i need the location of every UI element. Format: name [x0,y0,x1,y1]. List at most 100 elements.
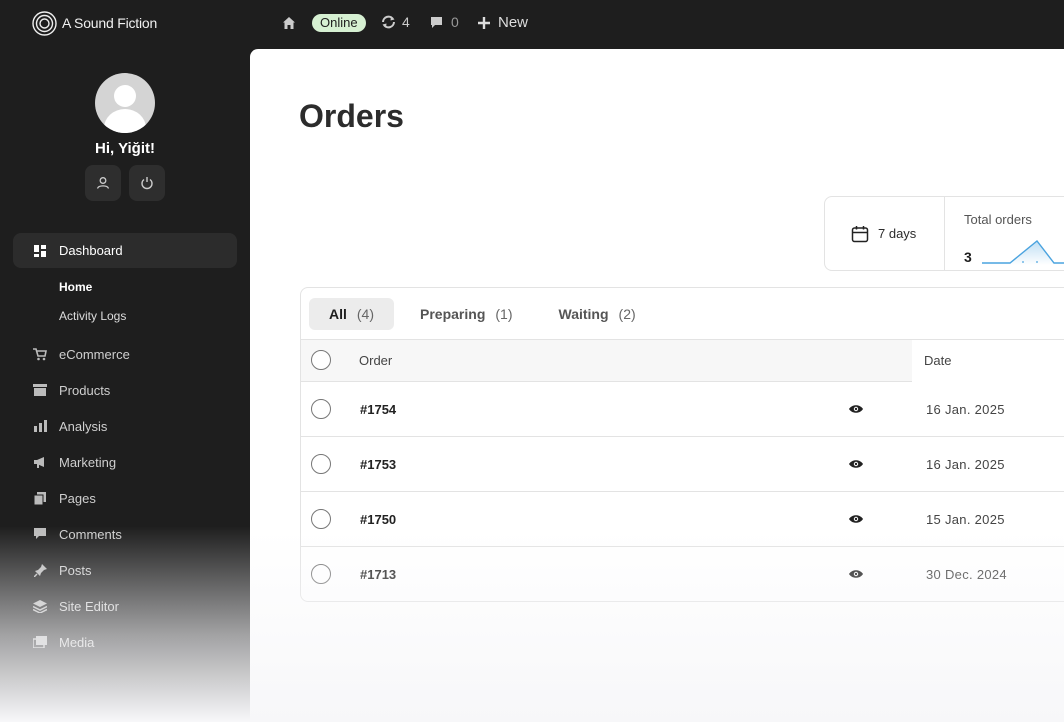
tab-all[interactable]: All (4) [309,297,395,330]
plus-icon [478,16,490,29]
sidebar-item-comments[interactable]: Comments [13,516,237,552]
sidebar: Hi, Yiğit! Dashboard Home Activity Logs [0,46,250,722]
total-orders-label: Total orders [964,212,1032,227]
row-checkbox[interactable] [311,509,331,529]
table-row[interactable]: #1750 15 Jan. 2025 [301,492,1064,547]
bar-chart-icon [33,419,47,433]
site-logo-icon[interactable] [32,11,57,36]
sidebar-item-label: eCommerce [59,346,130,362]
sidebar-item-ecommerce[interactable]: eCommerce [13,336,237,372]
profile-button[interactable] [85,165,121,201]
tab-preparing[interactable]: Preparing (1) [400,298,532,330]
page-title: Orders [299,98,404,134]
order-date: 16 Jan. 2025 [926,402,1005,417]
period-label: 7 days [878,226,917,241]
calendar-icon [851,225,869,242]
order-id[interactable]: #1753 [360,457,396,472]
power-icon [141,177,153,190]
sidebar-item-label: Site Editor [59,598,119,614]
user-greeting: Hi, Yiğit! [95,140,155,157]
sidebar-item-label: Dashboard [59,243,123,258]
dashboard-icon [33,244,47,258]
logout-button[interactable] [129,165,165,201]
sidebar-item-marketing[interactable]: Marketing [13,444,237,480]
sidebar-item-label: Analysis [59,418,108,434]
order-date: 15 Jan. 2025 [926,512,1005,527]
subnav-item-activity-logs[interactable]: Activity Logs [59,302,237,331]
sidebar-item-label: Products [59,382,111,398]
top-bar: A Sound Fiction Online 4 0 New [0,0,1064,46]
order-id[interactable]: #1754 [360,402,396,417]
updates-button[interactable]: 4 [381,14,410,30]
sidebar-item-products[interactable]: Products [13,372,237,408]
main-content: Orders 7 days Total orders 3 All (4) Pre… [250,49,1064,722]
status-tabs: All (4) Preparing (1) Waiting (2) [301,288,1064,339]
total-orders-value: 3 [964,249,972,265]
new-button[interactable]: New [478,14,528,31]
order-date: 16 Jan. 2025 [926,457,1005,472]
pin-icon [33,563,47,577]
home-icon[interactable] [281,15,297,31]
tab-label: Waiting [558,305,609,322]
site-name[interactable]: A Sound Fiction [62,15,157,31]
table-row[interactable]: #1754 16 Jan. 2025 [301,382,1064,437]
table-row[interactable]: #1753 16 Jan. 2025 [301,437,1064,492]
tab-count: (2) [618,305,636,322]
order-id[interactable]: #1750 [360,512,396,527]
cart-icon [33,347,47,361]
comments-count: 0 [451,14,459,30]
comments-button[interactable]: 0 [430,14,459,30]
order-date: 30 Dec. 2024 [926,567,1007,582]
table-header: Order Date [301,339,1064,382]
column-header-order[interactable]: Order [359,353,392,368]
tab-count: (1) [495,305,513,322]
sidebar-item-posts[interactable]: Posts [13,552,237,588]
online-status-badge[interactable]: Online [312,14,366,32]
user-icon [96,177,110,189]
sidebar-item-label: Pages [59,490,96,506]
eye-icon[interactable] [849,459,863,469]
order-id[interactable]: #1713 [360,567,396,582]
new-label: New [498,14,529,31]
sidebar-item-dashboard[interactable]: Dashboard [13,233,237,268]
sidebar-item-label: Marketing [59,454,117,470]
sidebar-item-label: Media [59,634,95,650]
pages-icon [33,491,47,505]
row-checkbox[interactable] [311,564,331,584]
sidebar-item-label: Posts [59,562,92,578]
table-row[interactable]: #1713 30 Dec. 2024 [301,547,1064,601]
megaphone-icon [33,455,47,469]
row-checkbox[interactable] [311,454,331,474]
comment-icon [431,16,442,28]
eye-icon[interactable] [849,569,863,579]
avatar[interactable] [95,73,155,133]
update-icon [382,15,395,29]
sidebar-item-analysis[interactable]: Analysis [13,408,237,444]
sparkline-chart [981,240,1064,265]
eye-icon[interactable] [849,404,863,414]
period-selector[interactable]: 7 days [825,197,945,270]
sidebar-item-label: Comments [59,526,122,542]
tab-waiting[interactable]: Waiting (2) [539,298,656,330]
media-icon [33,635,47,649]
eye-icon[interactable] [849,514,863,524]
subnav-item-home[interactable]: Home [59,273,237,302]
layers-icon [33,599,47,613]
sidebar-item-media[interactable]: Media [13,624,237,660]
column-header-date[interactable]: Date [924,353,951,368]
total-orders-stat: Total orders 3 [945,197,1064,270]
row-checkbox[interactable] [311,399,331,419]
archive-icon [33,383,47,397]
tab-label: All [329,305,347,322]
sidebar-item-pages[interactable]: Pages [13,480,237,516]
avatar-placeholder-icon [104,85,146,133]
tab-label: Preparing [420,305,486,322]
sidebar-nav: Dashboard Home Activity Logs eCommerce P… [13,233,237,660]
stats-card: 7 days Total orders 3 [824,196,1064,271]
select-all-checkbox[interactable] [311,350,331,370]
updates-count: 4 [402,14,410,30]
tab-count: (4) [356,305,375,322]
orders-table: All (4) Preparing (1) Waiting (2) Order … [300,287,1064,602]
comment-icon [33,527,47,541]
sidebar-item-site-editor[interactable]: Site Editor [13,588,237,624]
